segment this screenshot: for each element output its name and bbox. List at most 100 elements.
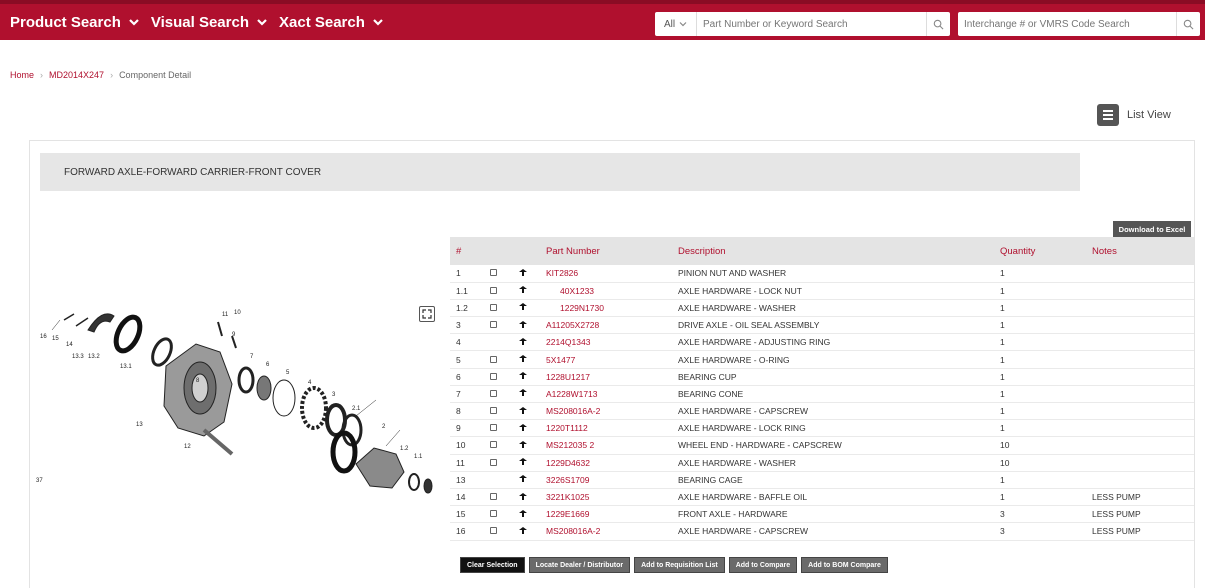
row-num: 1.2	[450, 299, 484, 318]
truck-part-icon[interactable]	[518, 354, 528, 363]
row-checkbox[interactable]	[490, 458, 497, 466]
part-quantity: 1	[994, 488, 1086, 507]
nav-xact-search[interactable]: Xact Search	[279, 14, 385, 31]
row-checkbox[interactable]	[490, 510, 497, 518]
row-icon-cell	[512, 436, 540, 455]
row-checkbox[interactable]	[490, 527, 497, 535]
component-title: FORWARD AXLE-FORWARD CARRIER-FRONT COVER	[64, 166, 322, 178]
interchange-search-group	[958, 12, 1200, 36]
row-checkbox[interactable]	[490, 407, 497, 415]
breadcrumb-model[interactable]: MD2014X247	[49, 70, 104, 80]
part-number-link[interactable]: A1228W1713	[540, 385, 672, 404]
part-number-link[interactable]: MS208016A-2	[540, 522, 672, 541]
row-num: 1.1	[450, 282, 484, 300]
truck-part-icon[interactable]	[518, 285, 528, 294]
part-quantity: 1	[994, 402, 1086, 421]
row-num: 16	[450, 522, 484, 541]
breadcrumb-current: Component Detail	[119, 70, 192, 80]
callout-label: 6	[266, 362, 270, 368]
part-number-link[interactable]: A11205X2728	[540, 316, 672, 335]
row-num: 14	[450, 488, 484, 507]
chevron-down-icon	[373, 19, 383, 26]
table-row: 1 KIT2826 PINION NUT AND WASHER 1	[450, 265, 1194, 283]
part-number-link[interactable]: 40X1233	[540, 282, 672, 300]
part-number-link[interactable]: 1229D4632	[540, 454, 672, 472]
row-checkbox[interactable]	[490, 286, 497, 294]
add-to-bom-compare-button[interactable]: Add to BOM Compare	[801, 557, 888, 573]
col-part-header[interactable]: Part Number	[540, 237, 672, 265]
row-select	[484, 316, 512, 335]
col-qty-header[interactable]: Quantity	[994, 237, 1086, 265]
row-select	[484, 265, 512, 283]
part-notes: LESS PUMP	[1086, 488, 1194, 507]
download-excel-button[interactable]: Download to Excel	[1113, 221, 1191, 237]
truck-part-icon[interactable]	[518, 388, 528, 397]
part-number-link[interactable]: 3226S1709	[540, 471, 672, 489]
row-icon-cell	[512, 368, 540, 386]
part-number-link[interactable]: MS212035 2	[540, 436, 672, 455]
locate-dealer-distributor-button[interactable]: Locate Dealer / Distributor	[528, 557, 631, 573]
clear-selection-button[interactable]: Clear Selection	[460, 557, 525, 573]
breadcrumb-home[interactable]: Home	[10, 70, 34, 80]
col-notes-header[interactable]: Notes	[1086, 237, 1194, 265]
part-number-link[interactable]: MS208016A-2	[540, 402, 672, 421]
truck-part-icon[interactable]	[518, 492, 528, 501]
row-checkbox[interactable]	[490, 441, 497, 449]
truck-part-icon[interactable]	[518, 268, 528, 277]
row-icon-cell	[512, 471, 540, 489]
truck-part-icon[interactable]	[518, 440, 528, 449]
row-checkbox[interactable]	[490, 372, 497, 380]
search-scope-select[interactable]: All	[655, 12, 697, 36]
truck-part-icon[interactable]	[518, 509, 528, 518]
row-checkbox[interactable]	[490, 389, 497, 397]
truck-part-icon[interactable]	[518, 423, 528, 432]
part-notes	[1086, 316, 1194, 335]
add-to-requisition-list-button[interactable]: Add to Requisition List	[634, 557, 725, 573]
part-number-link[interactable]: 3221K1025	[540, 488, 672, 507]
row-num: 6	[450, 368, 484, 386]
main-nav: Product Search Visual Search Xact Search	[0, 14, 395, 31]
top-navigation-bar: Product Search Visual Search Xact Search…	[0, 0, 1205, 40]
chevron-down-icon	[679, 22, 687, 27]
part-number-link[interactable]: 1220T1112	[540, 419, 672, 438]
row-checkbox[interactable]	[490, 355, 497, 363]
truck-part-icon[interactable]	[518, 406, 528, 415]
col-num-header: #	[456, 245, 462, 257]
truck-part-icon[interactable]	[518, 320, 528, 329]
callout-label: 11	[222, 312, 229, 318]
part-description: AXLE HARDWARE - WASHER	[672, 454, 994, 472]
truck-part-icon[interactable]	[518, 526, 528, 535]
part-number-link[interactable]: KIT2826	[540, 265, 672, 283]
list-view-toggle[interactable]: List View	[1097, 104, 1171, 126]
interchange-search-button[interactable]	[1176, 12, 1200, 36]
nav-product-search[interactable]: Product Search	[10, 14, 141, 31]
row-checkbox[interactable]	[490, 424, 497, 432]
callout-label: 9	[232, 332, 236, 338]
truck-part-icon[interactable]	[518, 474, 528, 483]
parts-table: # Part Number Description Quantity Notes…	[450, 237, 1194, 541]
add-to-compare-button[interactable]: Add to Compare	[728, 557, 798, 573]
part-number-link[interactable]: 1228U1217	[540, 368, 672, 386]
fullscreen-icon	[422, 309, 432, 319]
expand-icon[interactable]	[419, 306, 435, 322]
part-number-link[interactable]: 2214Q1343	[540, 333, 672, 352]
nav-visual-search[interactable]: Visual Search	[151, 14, 269, 31]
row-select	[484, 471, 512, 489]
row-icon-cell	[512, 265, 540, 283]
row-checkbox[interactable]	[490, 493, 497, 501]
part-number-link[interactable]: 1229N1730	[540, 299, 672, 318]
truck-part-icon[interactable]	[518, 457, 528, 466]
truck-part-icon[interactable]	[518, 371, 528, 380]
col-desc-header[interactable]: Description	[672, 237, 994, 265]
truck-part-icon[interactable]	[518, 302, 528, 311]
row-checkbox[interactable]	[490, 303, 497, 311]
truck-part-icon[interactable]	[518, 337, 528, 346]
breadcrumb: Home › MD2014X247 › Component Detail	[10, 70, 191, 80]
row-checkbox[interactable]	[490, 269, 497, 277]
part-number-link[interactable]: 5X1477	[540, 350, 672, 369]
keyword-search-input[interactable]	[697, 12, 926, 36]
keyword-search-button[interactable]	[926, 12, 950, 36]
part-number-link[interactable]: 1229E1669	[540, 505, 672, 524]
row-checkbox[interactable]	[490, 321, 497, 329]
interchange-search-input[interactable]	[958, 12, 1176, 36]
